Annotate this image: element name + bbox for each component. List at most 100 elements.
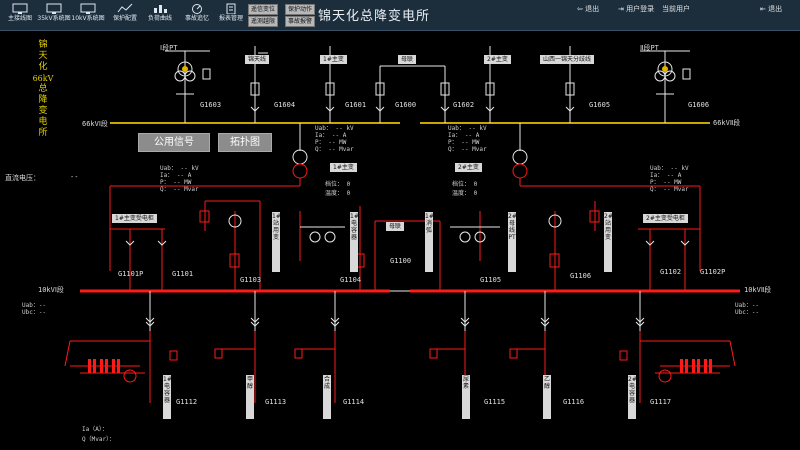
doc-icon xyxy=(226,3,236,14)
vtag-feeder-ethanol[interactable]: 乙醇 xyxy=(543,375,551,419)
vtag-feeder-methanol[interactable]: 甲醇 xyxy=(246,375,254,419)
transformer-2-tag[interactable]: 2#主变 xyxy=(455,163,482,172)
toolbar-button-protection[interactable]: 保护配置 xyxy=(108,2,142,28)
toolbar-button-main-wiring[interactable]: 主接线图 xyxy=(3,2,37,28)
bus10-1-meas: Uab：-- Ubc：-- xyxy=(22,302,46,316)
exit-button[interactable]: ⇦ 退出 xyxy=(577,4,599,14)
login-button[interactable]: ⇥ 用户登录 xyxy=(618,4,654,14)
switch-id[interactable]: G1600 xyxy=(395,101,416,109)
temp-label: 温度： xyxy=(325,190,344,197)
vtag-station-transformer-1[interactable]: 1#站用变 xyxy=(272,212,281,272)
pt1-label: Ⅰ段PT xyxy=(160,44,178,52)
switch-id[interactable]: G1104 xyxy=(340,276,361,284)
switch-id[interactable]: G1101 xyxy=(172,270,193,278)
switch-id[interactable]: G1602 xyxy=(453,101,474,109)
meas-label: Uab： xyxy=(160,165,177,172)
line-tag-bus-tie[interactable]: 母联 xyxy=(398,55,417,64)
meas-label: P： xyxy=(315,139,325,146)
meas-value: -- xyxy=(173,179,181,186)
meas-label: Ubc： xyxy=(22,309,39,316)
temp-value: 0 xyxy=(473,190,478,197)
meas-block-66-2: Uab： -- kV Ia： -- A P： -- MW Q： -- Mvar xyxy=(448,125,487,153)
vtag-feeder-capacitor-2[interactable]: 2#电容器 xyxy=(628,375,637,419)
small-button-yc[interactable]: 遥测越限 xyxy=(248,16,279,27)
line-tag-no1[interactable]: 1#主变 xyxy=(320,55,347,64)
toolbar-button-report[interactable]: 报表管理 xyxy=(214,2,248,28)
switch-id[interactable]: G1112 xyxy=(176,398,197,406)
meas-value: -- xyxy=(38,309,47,316)
switch-id[interactable]: G1106 xyxy=(570,272,591,280)
vtag-capacitor-1[interactable]: 1#电容器 xyxy=(350,212,359,272)
bus-tie-10-tag[interactable]: 母联 xyxy=(386,222,405,231)
meas-label: Q： xyxy=(650,186,660,193)
switch-id[interactable]: G1603 xyxy=(200,101,221,109)
gauge-icon xyxy=(192,4,202,14)
toolbar-button-label: 事故追忆 xyxy=(184,15,209,22)
small-button-accident[interactable]: 事故报警 xyxy=(285,16,316,27)
public-signal-button[interactable]: 公用信号 xyxy=(138,133,210,152)
vtag-feeder-capacitor-1[interactable]: 1#电容器 xyxy=(163,375,172,419)
page-title: 锦天化总降变电所 xyxy=(318,9,431,24)
exit-app-button[interactable]: ⇤ 退出 xyxy=(760,4,782,14)
vtag-pt-2[interactable]: 2#母线PT xyxy=(508,212,517,272)
meas-unit: Mvar xyxy=(339,146,354,153)
toolbar-button-35kv[interactable]: 35kV系统图 xyxy=(37,2,71,28)
switch-id[interactable]: G1102 xyxy=(660,268,681,276)
switch-id[interactable]: G1605 xyxy=(589,101,610,109)
vtag-station-transformer-2[interactable]: 2#站用变 xyxy=(604,212,613,272)
vtag-feeder-synthesis[interactable]: 合成 xyxy=(323,375,331,419)
toolbar-button-event-recall[interactable]: 事故追忆 xyxy=(180,2,214,28)
small-button-protect[interactable]: 保护动作 xyxy=(285,4,316,15)
tap-label: 档位： xyxy=(452,181,471,188)
meas-unit: MW xyxy=(184,179,192,186)
t1-tap: 档位： 0 温度： 0 xyxy=(325,179,350,197)
meas-value: -- xyxy=(335,125,343,132)
bays-66 xyxy=(165,46,691,123)
monitor-icon xyxy=(12,3,28,14)
meas-label: Ia： xyxy=(315,132,329,139)
switch-id[interactable]: G1113 xyxy=(265,398,286,406)
topology-button[interactable]: 拓扑图 xyxy=(218,133,272,152)
switch-id[interactable]: G1604 xyxy=(274,101,295,109)
line-tag-shanxi[interactable]: 山西一锦天分歧线 xyxy=(540,55,595,64)
meas-value: -- xyxy=(468,125,476,132)
switch-id[interactable]: G1116 xyxy=(563,398,584,406)
switch-id[interactable]: G1601 xyxy=(345,101,366,109)
line-tag-no2[interactable]: 2#主变 xyxy=(484,55,511,64)
toolbar-button-load-curve[interactable]: 负荷曲线 xyxy=(143,2,177,28)
switch-id[interactable]: G1105 xyxy=(480,276,501,284)
exit-label: 退出 xyxy=(585,5,600,13)
meas-label: Ia： xyxy=(448,132,462,139)
switch-id[interactable]: G1114 xyxy=(343,398,364,406)
toolbar-button-label: 保护配置 xyxy=(112,15,137,22)
meas-value: -- xyxy=(176,172,185,179)
bus-10-2-label: 10kVⅡ段 xyxy=(744,286,772,294)
switch-id[interactable]: G1606 xyxy=(688,101,709,109)
transformer-1-tag[interactable]: 1#主变 xyxy=(330,163,357,172)
t1-receiving-cabinet-tag[interactable]: 1#主变受电柜 xyxy=(112,214,157,223)
meas-label: Uab： xyxy=(735,302,752,309)
toolbar-button-10kv[interactable]: 10kV系统图 xyxy=(71,2,105,28)
meas-label: P： xyxy=(650,179,660,186)
vtag-feeder-urea[interactable]: 尿素 xyxy=(462,375,470,419)
meas-value: -- xyxy=(663,179,671,186)
vtag-arc-1[interactable]: 1#消弧 xyxy=(425,212,434,272)
meas-value: -- xyxy=(180,165,188,172)
meas-label: Uab： xyxy=(448,125,465,132)
meas-value: -- xyxy=(751,309,760,316)
meas-unit: MW xyxy=(339,139,347,146)
monitor-icon xyxy=(46,3,62,14)
switch-id[interactable]: G1103 xyxy=(240,276,261,284)
t2-tap: 档位： 0 温度： 0 xyxy=(452,179,477,197)
t2-receiving-cabinet-tag[interactable]: 2#主变受电柜 xyxy=(643,214,688,223)
switch-id[interactable]: G1115 xyxy=(484,398,505,406)
capacitor-plates xyxy=(88,359,712,373)
switch-id[interactable]: G1100 xyxy=(390,257,411,265)
switch-id[interactable]: G1117 xyxy=(650,398,671,406)
small-button-yx[interactable]: 遥信变位 xyxy=(248,4,279,15)
toolbar-button-label: 10kV系统图 xyxy=(71,15,105,22)
meas-unit: kV xyxy=(681,165,689,172)
line-tag-jintian[interactable]: 锦天线 xyxy=(245,55,270,64)
switch-id[interactable]: G1102P xyxy=(700,268,725,276)
switch-id[interactable]: G1101P xyxy=(118,270,143,278)
